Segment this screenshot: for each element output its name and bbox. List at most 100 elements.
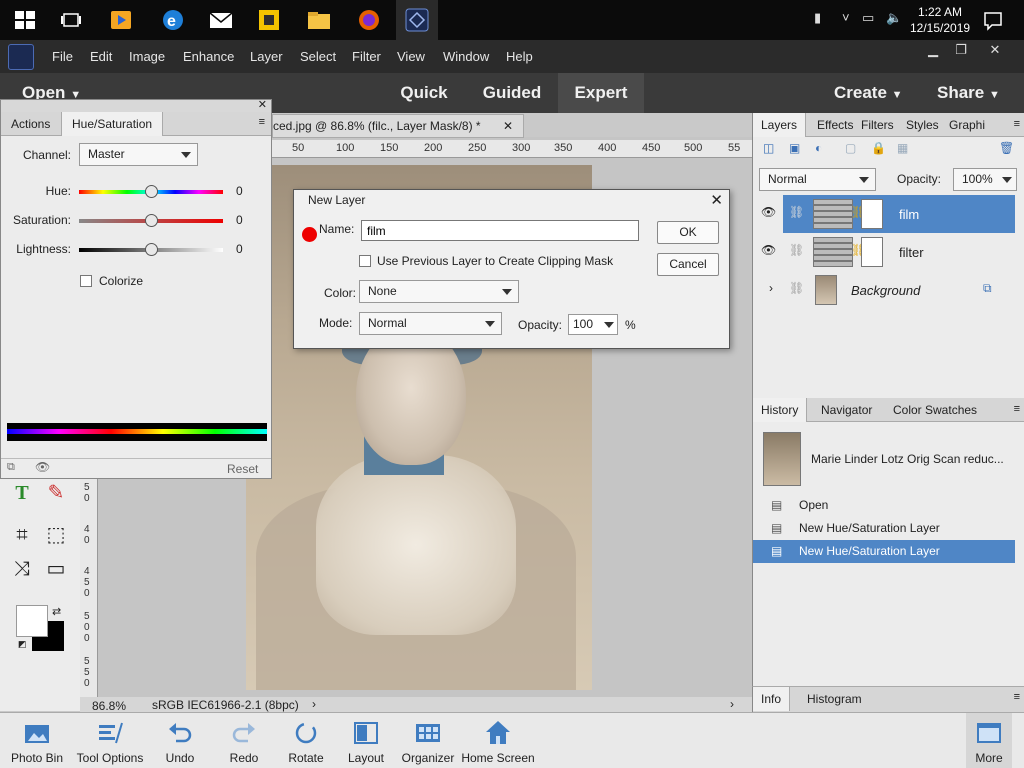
layer-mask-icon[interactable]: ▢ [845,141,856,155]
tool-options-button[interactable]: Tool Options [74,713,146,768]
saturation-slider-knob[interactable] [144,214,158,227]
close-button[interactable]: ✕ [980,42,1010,60]
chevron-right-icon[interactable]: › [769,281,773,295]
menu-filter[interactable]: Filter [352,49,381,64]
tab-histogram[interactable]: Histogram [799,687,870,711]
menu-window[interactable]: Window [443,49,489,64]
network-icon[interactable]: ▭ [862,10,874,26]
windows-start-icon[interactable] [12,7,38,33]
adjustment-layer-icon[interactable]: ◐ [815,141,822,155]
layer-mask-thumbnail[interactable] [861,237,883,267]
panel-menu-icon[interactable]: ≡ [1014,691,1020,703]
mail-icon[interactable] [208,7,234,33]
file-explorer-icon[interactable] [306,7,332,33]
firefox-icon[interactable] [356,7,382,33]
history-item-hue-sat-2[interactable]: ▤ New Hue/Saturation Layer [753,540,1015,563]
chevron-right-icon[interactable]: › [312,697,316,711]
visibility-eye-icon[interactable]: 👁 [761,205,776,219]
menu-enhance[interactable]: Enhance [183,49,234,64]
close-icon[interactable]: ✕ [258,98,267,111]
menu-layer[interactable]: Layer [250,49,283,64]
tab-hue-saturation[interactable]: Hue/Saturation [61,112,164,136]
channel-select[interactable]: Master [79,143,198,166]
layer-row-filter[interactable]: 👁 ⛓ ⛓ filter [753,233,1015,271]
edge-browser-icon[interactable]: e [160,7,186,33]
media-player-icon[interactable] [108,7,134,33]
history-item-open[interactable]: ▤ Open [753,494,1015,517]
usb-icon[interactable]: ▮ [814,10,821,26]
tab-color-swatches[interactable]: Color Swatches [885,398,985,422]
visibility-eye-icon[interactable]: 👁 [761,243,776,257]
scroll-right-icon[interactable]: › [730,697,734,711]
tab-styles[interactable]: Styles [898,113,947,137]
clipping-mask-checkbox[interactable] [359,255,371,267]
history-item-hue-sat-1[interactable]: ▤ New Hue/Saturation Layer [753,517,1015,540]
layer-name[interactable]: filter [899,245,924,260]
menu-view[interactable]: View [397,49,425,64]
dialog-title-bar[interactable]: New Layer ✕ [294,190,729,210]
layer-row-film[interactable]: 👁 ⛓ ⛓ film [753,195,1015,233]
tab-graphics[interactable]: Graphi [941,113,993,137]
cancel-button[interactable]: Cancel [657,253,719,276]
tab-expert[interactable]: Expert [558,73,644,113]
redo-button[interactable]: Redo [220,713,268,768]
panel-menu-icon[interactable]: ≡ [1014,403,1020,415]
new-group-icon[interactable]: ▣ [789,141,800,155]
link-icon[interactable]: ⛓ [789,281,804,295]
clock[interactable]: 1:22 AM 12/15/2019 [910,4,970,36]
reset-button[interactable]: Reset [227,462,258,476]
volume-icon[interactable]: 🔈 [886,10,902,26]
clip-to-layer-icon[interactable]: ⧉ [7,461,15,474]
tab-history[interactable]: History [753,398,808,422]
mode-select[interactable]: Normal [359,312,502,335]
zoom-readout[interactable]: 86.8% [92,699,126,713]
crop-tool-icon[interactable]: ⌗ [8,521,36,549]
opacity-field[interactable]: 100 [568,314,618,335]
link-icon[interactable]: ⛓ [789,205,804,219]
tab-layers[interactable]: Layers [753,113,807,137]
visibility-eye-icon[interactable]: 👁 [35,460,50,474]
straighten-tool-icon[interactable]: ▭ [42,555,70,583]
lightness-slider-knob[interactable] [144,243,158,256]
menu-help[interactable]: Help [506,49,533,64]
tab-navigator[interactable]: Navigator [813,398,880,422]
lock-icon[interactable]: 🔒 [871,141,886,155]
foreground-color-front[interactable] [16,605,48,637]
layer-name[interactable]: Background [851,283,920,298]
layout-button[interactable]: Layout [342,713,390,768]
organizer-icon[interactable] [256,7,282,33]
chevron-down-icon[interactable] [604,322,614,328]
tab-actions[interactable]: Actions [1,112,60,136]
layer-mask-thumbnail[interactable] [861,199,883,229]
photo-bin-button[interactable]: Photo Bin [6,713,68,768]
tab-filters[interactable]: Filters [853,113,902,137]
content-aware-move-icon[interactable]: ⤨ [8,555,36,583]
ok-button[interactable]: OK [657,221,719,244]
menu-image[interactable]: Image [129,49,165,64]
new-layer-icon[interactable]: ◫ [763,141,774,155]
lock-background-icon[interactable]: ⧉ [983,281,992,296]
layer-name-input[interactable] [361,220,639,241]
rotate-button[interactable]: Rotate [282,713,330,768]
home-screen-button[interactable]: Home Screen [460,713,536,768]
menu-edit[interactable]: Edit [90,49,112,64]
pencil-tool-icon[interactable]: ✎ [42,479,70,507]
blend-mode-select[interactable]: Normal [759,168,876,191]
organizer-button[interactable]: Organizer [400,713,456,768]
create-button[interactable]: Create ▼ [834,73,903,113]
panel-menu-icon[interactable]: ≡ [259,116,265,128]
color-select[interactable]: None [359,280,519,303]
undo-button[interactable]: Undo [156,713,204,768]
notifications-icon[interactable] [980,7,1006,33]
close-icon[interactable]: ✕ [503,115,513,137]
task-view-icon[interactable] [58,7,84,33]
swap-colors-icon[interactable]: ⇄ [52,605,61,618]
taskbar-active-app[interactable] [396,0,438,40]
layer-name[interactable]: film [899,207,919,222]
snapshot-name[interactable]: Marie Linder Lotz Orig Scan reduc... [811,452,1004,466]
document-tab[interactable]: ced.jpg @ 86.8% (filc., Layer Mask/8) * … [272,114,524,138]
tab-guided[interactable]: Guided [476,73,548,113]
close-icon[interactable]: ✕ [710,191,723,211]
opacity-select[interactable]: 100% [953,168,1017,191]
chevron-up-icon[interactable]: ˅ [842,10,850,25]
